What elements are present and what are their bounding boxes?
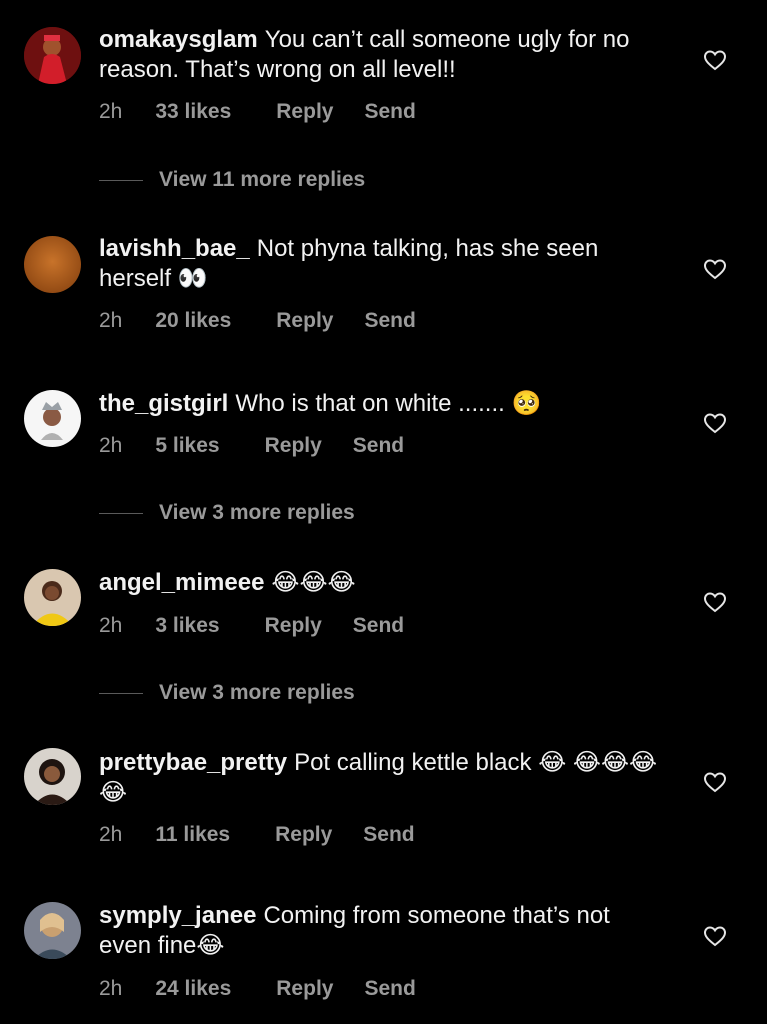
comment-likes[interactable]: 33 likes xyxy=(155,100,231,124)
like-heart-icon[interactable] xyxy=(703,48,727,72)
comment-username[interactable]: the_gistgirl xyxy=(99,390,228,417)
like-heart-icon[interactable] xyxy=(703,770,727,794)
comment-meta: 2h 5 likes Reply Send xyxy=(99,434,404,458)
comment-username[interactable]: lavishh_bae_ xyxy=(99,235,250,262)
view-replies-label[interactable]: View 3 more replies xyxy=(159,501,355,525)
send-button[interactable]: Send xyxy=(364,100,415,124)
view-replies-label[interactable]: View 3 more replies xyxy=(159,681,355,705)
comment-meta: 2h 24 likes Reply Send xyxy=(99,977,416,1001)
comment-likes[interactable]: 20 likes xyxy=(155,309,231,333)
comment-time: 2h xyxy=(99,823,123,846)
comment-likes[interactable]: 5 likes xyxy=(155,434,219,458)
comment-meta: 2h 3 likes Reply Send xyxy=(99,614,404,638)
like-heart-icon[interactable] xyxy=(703,590,727,614)
comment-likes[interactable]: 3 likes xyxy=(155,614,219,638)
avatar-image xyxy=(24,390,81,447)
view-more-replies[interactable]: View 3 more replies xyxy=(99,681,355,705)
avatar[interactable] xyxy=(24,27,81,84)
avatar-image xyxy=(24,27,81,84)
view-replies-label[interactable]: View 11 more replies xyxy=(159,168,365,192)
replies-divider xyxy=(99,512,143,514)
send-button[interactable]: Send xyxy=(363,823,414,847)
comment-username[interactable]: angel_mimeee xyxy=(99,569,264,596)
reply-button[interactable]: Reply xyxy=(276,977,333,1001)
avatar-image xyxy=(24,748,81,805)
comment-likes[interactable]: 11 likes xyxy=(155,823,230,847)
avatar[interactable] xyxy=(24,236,81,293)
comment-meta: 2h 11 likes Reply Send xyxy=(99,823,415,847)
comment-text-block: symply_janee Coming from someone that’s n… xyxy=(99,901,664,961)
comment-text-block: prettybae_pretty Pot calling kettle black… xyxy=(99,748,664,808)
comment-text-block: angel_mimeee 😂😂😂 xyxy=(99,568,664,598)
comment-meta: 2h 33 likes Reply Send xyxy=(99,100,416,124)
like-heart-icon[interactable] xyxy=(703,411,727,435)
avatar[interactable] xyxy=(24,569,81,626)
reply-button[interactable]: Reply xyxy=(276,100,333,124)
view-more-replies[interactable]: View 3 more replies xyxy=(99,501,355,525)
comment-username[interactable]: prettybae_pretty xyxy=(99,749,287,776)
comment-body: 😂😂😂 xyxy=(271,569,356,596)
comment-text-block: omakaysglam You can’t call someone ugly f… xyxy=(99,25,664,85)
replies-divider xyxy=(99,692,143,694)
send-button[interactable]: Send xyxy=(364,309,415,333)
reply-button[interactable]: Reply xyxy=(265,434,322,458)
avatar[interactable] xyxy=(24,902,81,959)
send-button[interactable]: Send xyxy=(364,977,415,1001)
send-button[interactable]: Send xyxy=(353,434,404,458)
send-button[interactable]: Send xyxy=(353,614,404,638)
comment-meta: 2h 20 likes Reply Send xyxy=(99,309,416,333)
comment-time: 2h xyxy=(99,614,123,637)
avatar-image xyxy=(24,569,81,626)
comment-time: 2h xyxy=(99,977,123,1000)
comment-likes[interactable]: 24 likes xyxy=(155,977,231,1001)
avatar[interactable] xyxy=(24,748,81,805)
comment-username[interactable]: symply_janee xyxy=(99,902,256,929)
avatar-image xyxy=(24,236,81,293)
reply-button[interactable]: Reply xyxy=(265,614,322,638)
comment-time: 2h xyxy=(99,434,123,457)
like-heart-icon[interactable] xyxy=(703,924,727,948)
reply-button[interactable]: Reply xyxy=(276,309,333,333)
replies-divider xyxy=(99,179,143,181)
like-heart-icon[interactable] xyxy=(703,257,727,281)
avatar-image xyxy=(24,902,81,959)
comment-text-block: lavishh_bae_ Not phyna talking, has she s… xyxy=(99,234,664,294)
avatar[interactable] xyxy=(24,390,81,447)
comment-body: Who is that on white ....... 🥺 xyxy=(235,390,542,417)
comment-time: 2h xyxy=(99,100,123,123)
reply-button[interactable]: Reply xyxy=(275,823,332,847)
view-more-replies[interactable]: View 11 more replies xyxy=(99,168,365,192)
comment-text-block: the_gistgirl Who is that on white .......… xyxy=(99,389,664,419)
comment-username[interactable]: omakaysglam xyxy=(99,26,258,53)
comment-time: 2h xyxy=(99,309,123,332)
